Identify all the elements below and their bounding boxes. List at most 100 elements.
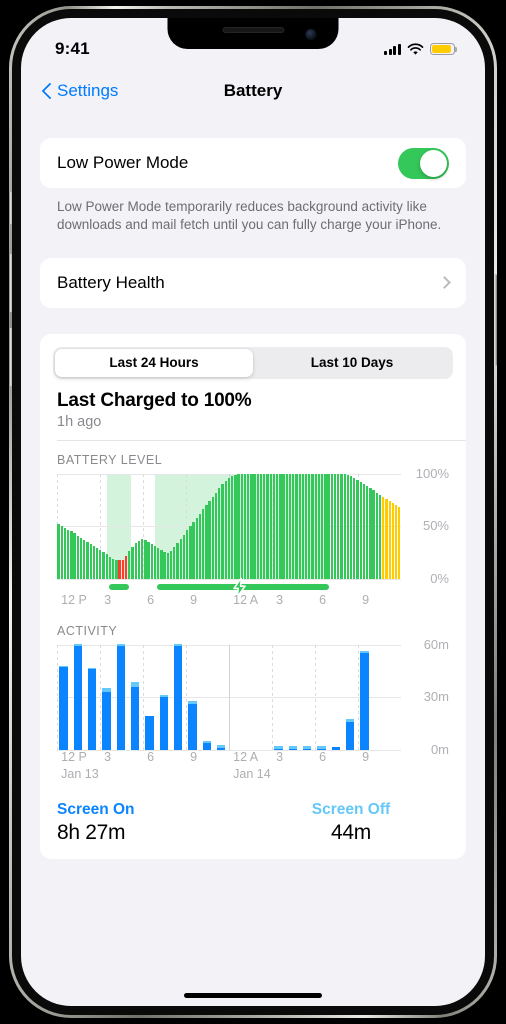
battery-level-bar [240,473,243,579]
usage-range-selector: Last 24 Hours Last 10 Days [40,334,466,379]
tab-last-24-hours[interactable]: Last 24 Hours [55,348,253,377]
charging-indicator-track [57,576,401,598]
battery-level-bar [259,473,263,579]
toggle-knob [420,149,447,177]
activity-bar-screen-off [302,746,312,749]
back-button-label: Settings [57,81,119,100]
tab-last-10-days[interactable]: Last 10 Days [253,349,451,377]
battery-level-bar [292,473,295,579]
chevron-right-icon [438,276,451,289]
iphone-device-frame: 9:41 Settings Battery Low Power Mode Low… [9,6,497,1018]
battery-level-bar [295,473,298,579]
battery-level-bar [247,473,250,579]
y-axis-label: 30m [423,689,449,705]
last-charge-subtitle: 1h ago [57,413,102,430]
battery-level-bar [250,473,253,579]
battery-level-bar [79,537,83,579]
x-axis-label: 12 P [61,749,87,764]
battery-level-bar [343,473,346,579]
activity-bar-screen-on [145,716,154,750]
battery-level-bar [378,494,382,579]
battery-low-power-icon [430,42,458,56]
battery-level-bar [208,500,211,579]
activity-bar-screen-off [216,745,226,748]
battery-level-chart: 0% 50% 100% 12 P 3 6 9 12 A 3 6 9 [57,466,449,610]
activity-chart: 0m 30m 60m 12 P 3 6 9 12 A 3 6 9 Jan 13 Jan 14 [57,637,449,785]
battery-level-bar [266,473,269,579]
activity-bar-screen-off [202,740,211,743]
battery-level-bar [57,524,60,579]
y-axis-label: 100% [415,465,449,481]
battery-level-bar [112,558,115,579]
battery-level-bar [237,473,240,579]
activity-y-axis: 0m 30m 60m [407,637,449,757]
battery-level-bar [157,548,160,579]
battery-level-bar [224,480,227,579]
battery-level-bar [108,556,112,579]
battery-level-bar [234,474,237,579]
battery-level-bar [372,490,375,579]
x-axis-label: 6 [147,592,155,607]
activity-bar-screen-on [159,697,168,750]
battery-health-label: Battery Health [57,272,165,292]
x-axis-label: 12 P [61,592,87,607]
battery-level-bar [83,539,86,579]
battery-level-bar [182,534,186,579]
battery-level-bar [163,552,166,579]
battery-level-bar [144,539,147,579]
battery-level-bar [382,496,385,579]
date-axis-label: Jan 14 [233,766,271,781]
activity-bar-screen-on [102,691,111,750]
battery-health-row[interactable]: Battery Health [40,258,466,308]
battery-level-bar [243,473,247,579]
battery-level-bar [279,473,282,579]
battery-level-bar [173,547,176,579]
activity-bar-screen-off [288,746,297,749]
activity-bar-screen-off [173,644,183,647]
battery-level-bar [288,473,292,579]
battery-level-bar [330,473,333,579]
battery-level-bar [124,555,128,579]
battery-level-bar [337,473,340,579]
axis-tick-line [315,644,316,750]
wifi-icon [407,42,424,55]
axis-tick-line [272,644,273,750]
battery-level-bar [102,552,105,579]
battery-level-bar [221,484,224,579]
home-indicator[interactable] [184,993,322,998]
back-button[interactable]: Settings [41,81,118,101]
battery-level-plot [57,473,401,580]
battery-level-bar [202,509,205,579]
battery-level-bar [359,482,362,579]
battery-level-bar [311,473,314,579]
battery-level-bar [369,488,372,579]
activity-bar-screen-off [130,682,140,687]
axis-tick-line [186,644,187,750]
axis-tick-line [143,644,144,750]
battery-level-bar [63,528,67,579]
battery-level-bar [134,542,137,579]
y-axis-label: 0% [430,570,449,586]
low-power-mode-toggle[interactable] [398,147,449,179]
activity-bar-screen-on [59,667,68,750]
x-axis-label: 6 [147,749,155,764]
battery-level-bar [333,473,337,579]
charging-segment [108,583,130,590]
battery-level-x-axis: 12 P 3 6 9 12 A 3 6 9 [57,593,401,610]
battery-level-bar [301,473,305,579]
battery-level-bar [304,473,308,579]
activity-bar-screen-off [59,665,68,668]
battery-level-bar [327,473,330,579]
battery-level-bar [353,477,356,579]
battery-level-bar [314,473,317,579]
battery-level-bar [394,505,398,579]
battery-level-bar [276,473,279,579]
low-power-mode-row[interactable]: Low Power Mode [40,138,466,188]
axis-tick-line [57,644,58,750]
x-axis-label: 3 [104,749,112,764]
battery-level-bar [121,559,124,579]
battery-level-bar [324,473,327,579]
activity-bar-screen-off [188,701,197,705]
battery-level-bar [153,546,157,579]
activity-bar-screen-on [73,646,82,750]
